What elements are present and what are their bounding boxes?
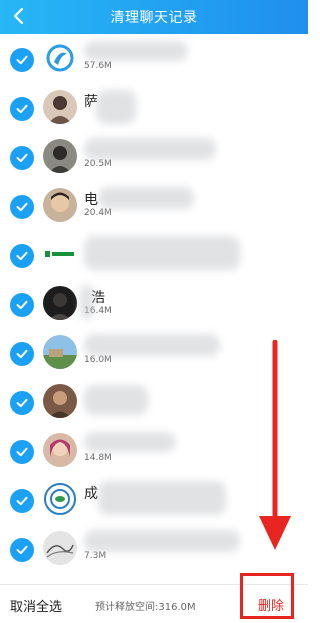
avatar bbox=[43, 335, 77, 369]
blur-mask bbox=[98, 187, 194, 209]
check-icon[interactable] bbox=[10, 97, 34, 121]
blur-mask bbox=[84, 530, 240, 552]
avatar bbox=[43, 286, 77, 320]
chat-row[interactable]: 电 20.4M bbox=[0, 183, 308, 231]
page-title: 清理聊天记录 bbox=[110, 10, 198, 26]
avatar bbox=[43, 188, 77, 222]
blur-mask bbox=[84, 138, 216, 160]
chat-size: 20.5M bbox=[84, 159, 112, 169]
blur-mask bbox=[84, 385, 148, 415]
blur-mask bbox=[84, 41, 188, 61]
chat-row[interactable]: 浩 16.4M bbox=[0, 281, 308, 329]
blur-mask bbox=[80, 285, 94, 319]
check-icon[interactable] bbox=[10, 538, 34, 562]
avatar bbox=[43, 90, 77, 124]
check-icon[interactable] bbox=[10, 489, 34, 513]
chat-size: 7.3M bbox=[84, 551, 107, 561]
chat-name: 电 bbox=[84, 192, 98, 208]
check-icon[interactable] bbox=[10, 244, 34, 268]
blur-mask bbox=[84, 236, 240, 270]
avatar bbox=[43, 139, 77, 173]
avatar bbox=[43, 433, 77, 467]
check-icon[interactable] bbox=[10, 440, 34, 464]
check-icon[interactable] bbox=[10, 48, 34, 72]
delete-button[interactable]: 删除 bbox=[258, 595, 284, 614]
chat-size: 57.6M bbox=[84, 61, 112, 71]
back-button[interactable] bbox=[6, 3, 32, 29]
check-icon[interactable] bbox=[10, 195, 34, 219]
chat-row[interactable]: 萨 bbox=[0, 85, 308, 133]
avatar bbox=[43, 482, 77, 516]
check-icon[interactable] bbox=[10, 342, 34, 366]
chevron-left-icon bbox=[13, 7, 24, 25]
blur-mask bbox=[84, 432, 176, 452]
release-space-label: 预计释放空间:316.0M bbox=[95, 602, 196, 613]
avatar bbox=[43, 384, 77, 418]
blur-mask bbox=[98, 481, 226, 515]
deselect-all-button[interactable]: 取消全选 bbox=[10, 596, 62, 615]
chat-size: 16.0M bbox=[84, 355, 112, 365]
chat-row[interactable]: 57.6M bbox=[0, 36, 308, 84]
blur-mask bbox=[84, 334, 220, 356]
chat-name: 成 bbox=[84, 486, 98, 502]
red-arrow-annotation bbox=[259, 340, 291, 550]
chat-row[interactable] bbox=[0, 232, 308, 280]
chat-size: 14.8M bbox=[84, 453, 112, 463]
avatar bbox=[43, 41, 77, 75]
chat-row[interactable]: 20.5M bbox=[0, 134, 308, 182]
avatar bbox=[43, 237, 77, 271]
avatar bbox=[43, 531, 77, 565]
check-icon[interactable] bbox=[10, 146, 34, 170]
header-bar: 清理聊天记录 bbox=[0, 0, 308, 34]
bottom-bar: 取消全选 预计释放空间:316.0M 删除 bbox=[0, 573, 308, 623]
check-icon[interactable] bbox=[10, 293, 34, 317]
chat-size: 20.4M bbox=[84, 208, 112, 218]
blur-mask bbox=[96, 90, 136, 124]
check-icon[interactable] bbox=[10, 391, 34, 415]
